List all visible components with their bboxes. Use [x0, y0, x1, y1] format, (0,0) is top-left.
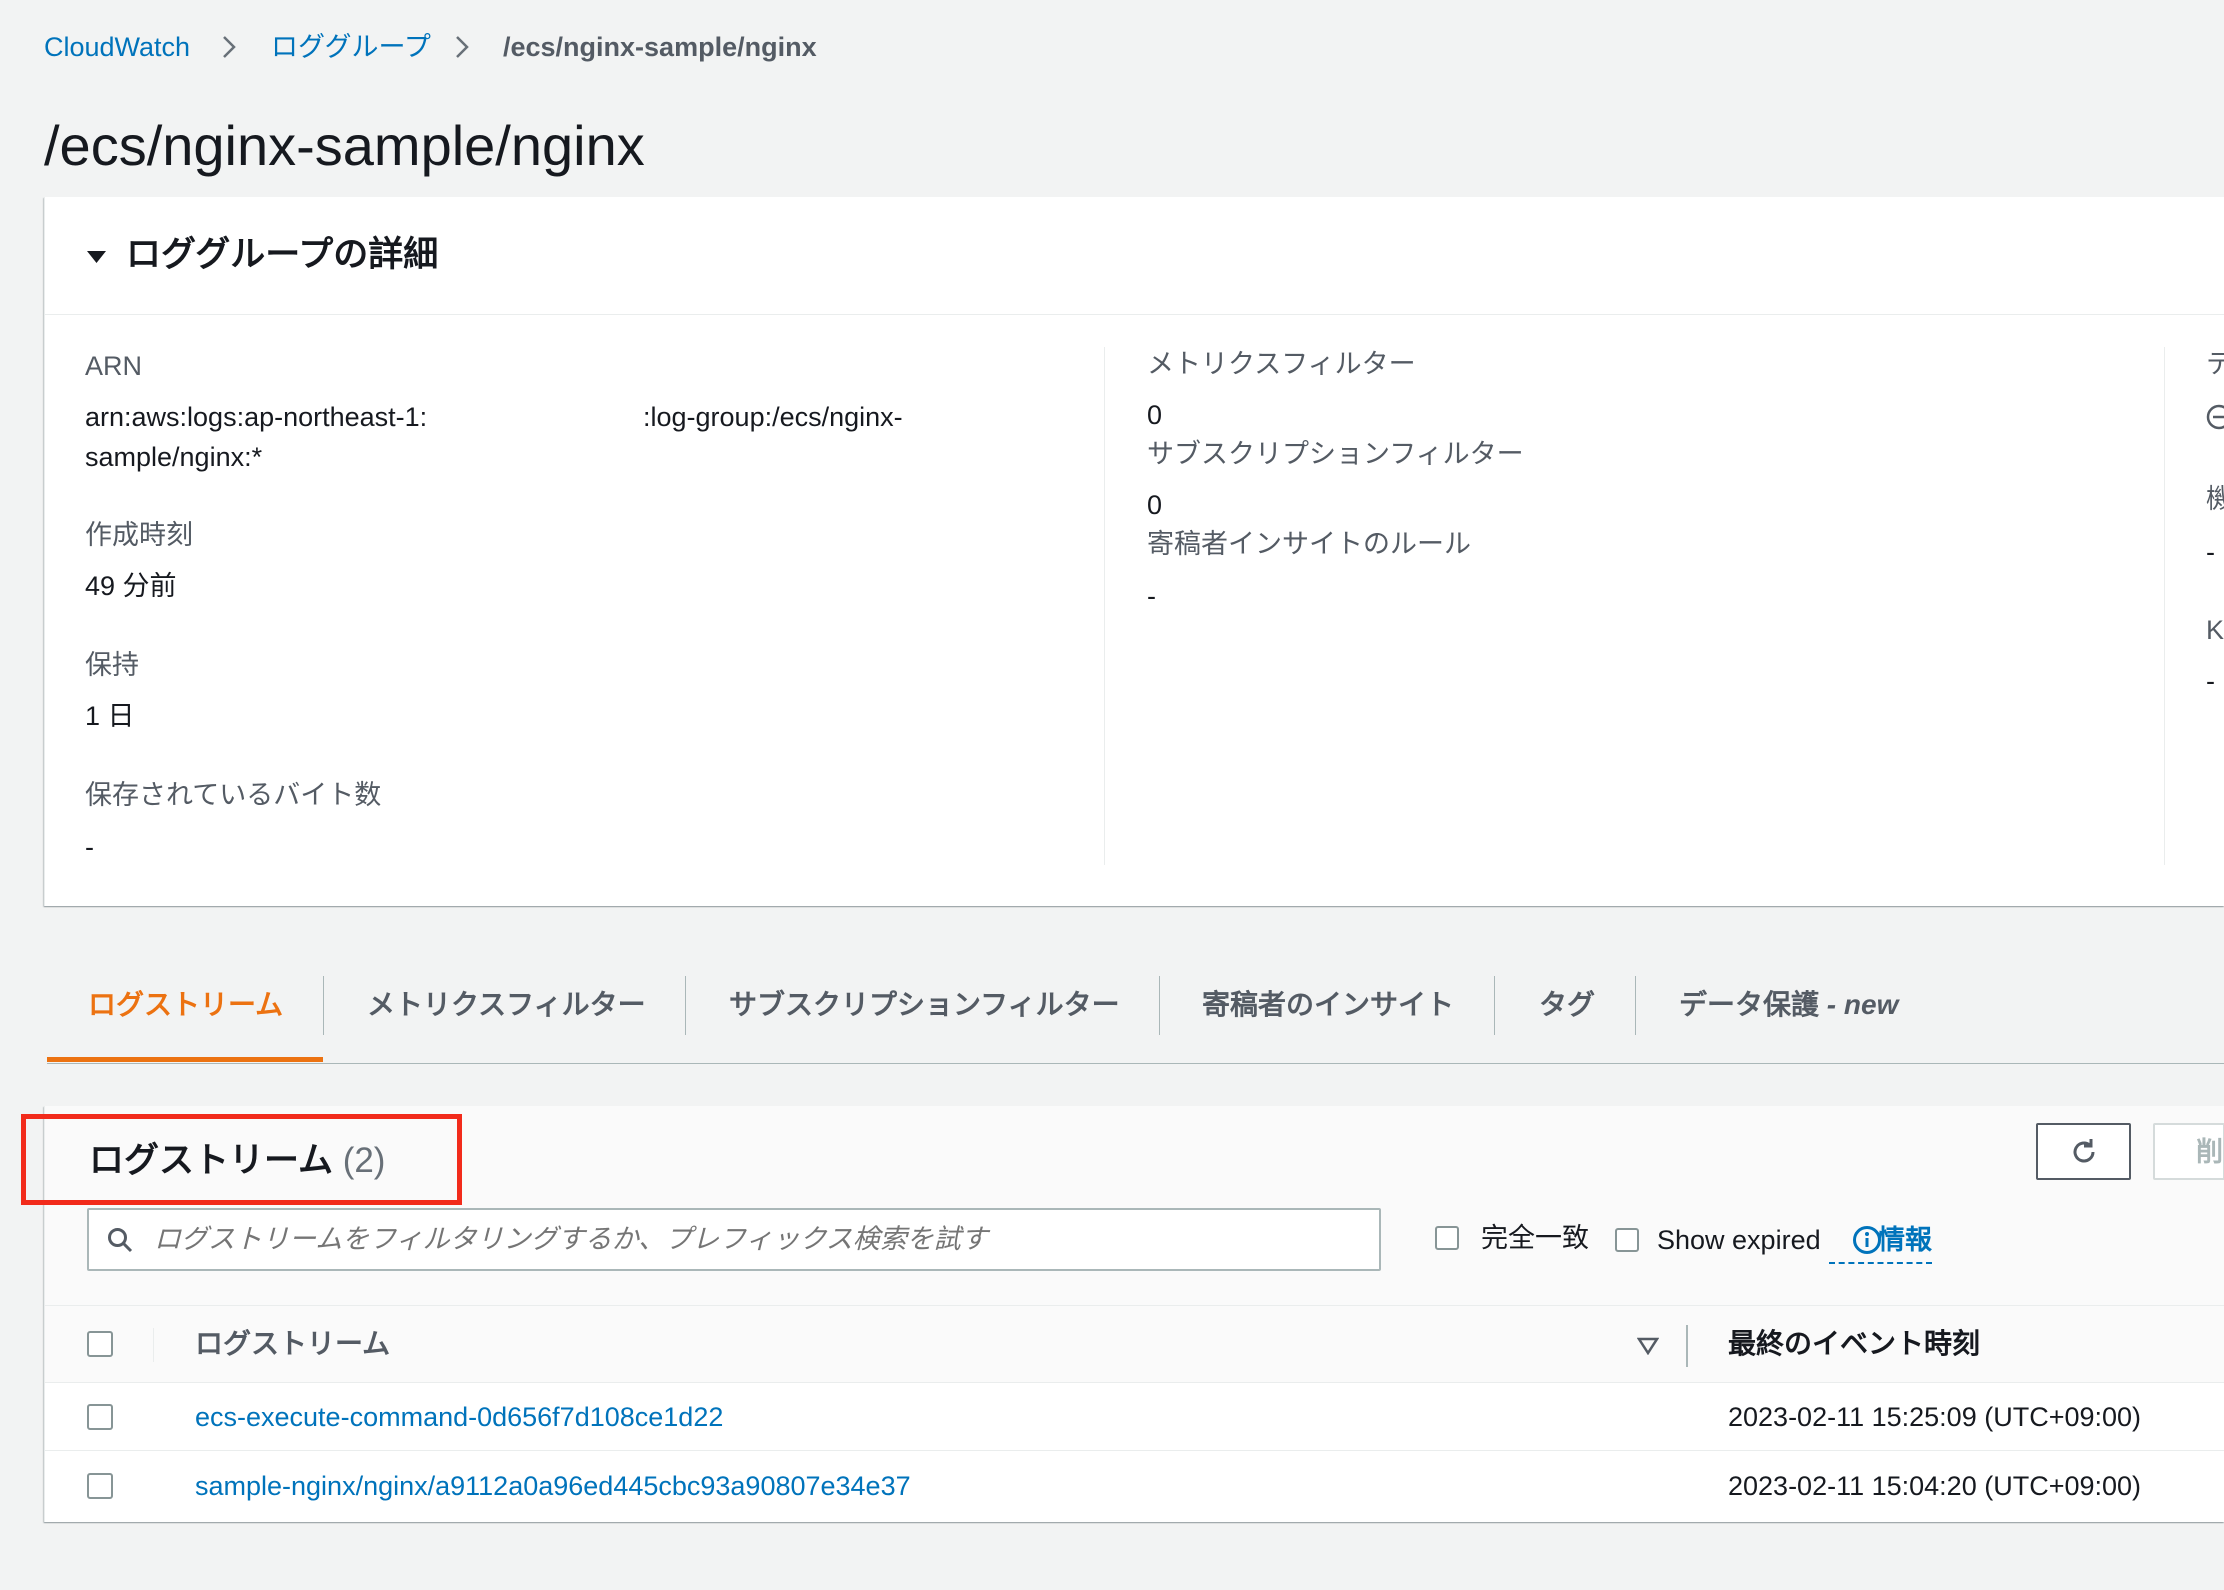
tab-label: データ保護 [1679, 989, 1820, 1020]
cloudwatch-log-group-page: CloudWatch ロググループ /ecs/nginx-sample/ngin… [0, 0, 2224, 1590]
clipped-label-1: テ [2206, 347, 2224, 381]
breadcrumb-log-groups[interactable]: ロググループ [271, 30, 431, 64]
details-header[interactable]: ロググループの詳細 [45, 197, 2224, 315]
chevron-right-icon [455, 35, 469, 59]
metric-filters-value: 0 [1147, 400, 1163, 430]
row-checkbox[interactable] [87, 1473, 113, 1499]
arn-value-end: :log-group:/ecs/nginx- [643, 402, 903, 432]
sort-descending-icon[interactable] [1636, 1337, 1660, 1356]
info-link[interactable]: 情報 [1829, 1223, 1932, 1264]
clipped-value-3: - [2206, 666, 2215, 696]
clipped-label-3: K [2206, 615, 2224, 645]
contributor-insights-value: - [1147, 581, 1156, 611]
arn-value-start: arn:aws:logs:ap-northeast-1: [85, 402, 428, 432]
delete-button-label: 削 [2196, 1137, 2223, 1167]
tab-data-protection[interactable]: データ保護 - new [1679, 987, 1898, 1023]
creation-time-value: 49 分前 [85, 571, 177, 601]
column-divider [153, 1328, 154, 1362]
log-group-details-panel: ロググループの詳細 ARN arn:aws:logs:ap-northeast-… [44, 197, 2224, 906]
tab-subscription-filters[interactable]: サブスクリプションフィルター [729, 987, 1120, 1023]
tab-label: タグ [1539, 989, 1596, 1020]
creation-time-label: 作成時刻 [85, 520, 193, 550]
delete-button[interactable]: 削 [2153, 1123, 2224, 1180]
show-expired-checkbox[interactable] [1615, 1228, 1639, 1252]
exact-match-label: 完全一致 [1481, 1223, 1589, 1253]
table-row: sample-nginx/nginx/a9112a0a96ed445cbc93a… [45, 1451, 2224, 1522]
active-tab-indicator [47, 1057, 323, 1062]
table-header: ログストリーム 最終のイベント時刻 [45, 1305, 2224, 1383]
retention-label: 保持 [85, 650, 139, 680]
info-label: 情報 [1878, 1225, 1932, 1255]
subscription-filters-value: 0 [1147, 490, 1163, 520]
info-icon [1852, 1225, 1882, 1255]
row-checkbox[interactable] [87, 1404, 113, 1430]
tab-bar-baseline [47, 1063, 2224, 1064]
stored-bytes-value: - [85, 832, 94, 862]
tab-label: 寄稿者のインサイト [1202, 989, 1455, 1020]
select-all-checkbox[interactable] [87, 1331, 113, 1357]
clipped-value-2: - [2206, 537, 2215, 567]
last-event-time: 2023-02-11 15:25:09 (UTC+09:00) [1728, 1402, 2142, 1432]
retention-value: 1 日 [85, 701, 135, 731]
tab-separator [323, 976, 324, 1035]
tab-tags[interactable]: タグ [1539, 987, 1595, 1023]
last-event-time: 2023-02-11 15:04:20 (UTC+09:00) [1728, 1471, 2142, 1501]
log-stream-link[interactable]: sample-nginx/nginx/a9112a0a96ed445cbc93a… [195, 1469, 911, 1503]
subscription-filters-label: サブスクリプションフィルター [1147, 439, 1524, 469]
exact-match-checkbox[interactable] [1435, 1226, 1459, 1250]
log-stream-link[interactable]: ecs-execute-command-0d656f7d108ce1d22 [195, 1400, 723, 1434]
tab-separator [1635, 976, 1636, 1035]
show-expired-label: Show expired [1657, 1225, 1821, 1255]
column-header-last-event-time[interactable]: 最終のイベント時刻 [1728, 1326, 1980, 1362]
breadcrumb-cloudwatch[interactable]: CloudWatch [44, 30, 190, 64]
contributor-insights-label: 寄稿者インサイトのルール [1147, 529, 1471, 559]
column-header-log-stream[interactable]: ログストリーム [195, 1326, 390, 1362]
refresh-icon [2069, 1137, 2099, 1167]
tab-label: サブスクリプションフィルター [729, 989, 1120, 1020]
tab-log-streams[interactable]: ログストリーム [88, 987, 283, 1023]
breadcrumb-current: /ecs/nginx-sample/nginx [503, 32, 817, 62]
highlight-box [21, 1114, 462, 1205]
table-row: ecs-execute-command-0d656f7d108ce1d22 20… [45, 1383, 2224, 1451]
new-badge: - new [1826, 989, 1899, 1020]
arn-value-wrap: sample/nginx:* [85, 442, 263, 472]
column-divider [2164, 347, 2165, 865]
circle-minus-icon [2206, 404, 2224, 430]
tab-label: メトリクスフィルター [367, 989, 646, 1020]
column-divider [1104, 347, 1105, 865]
tab-label: ログストリーム [88, 989, 284, 1020]
tab-separator [685, 976, 686, 1035]
tab-separator [1159, 976, 1160, 1035]
tab-separator [1494, 976, 1495, 1035]
caret-down-icon[interactable] [86, 250, 107, 264]
page-title: /ecs/nginx-sample/nginx [44, 114, 645, 177]
stored-bytes-label: 保存されているバイト数 [85, 780, 382, 810]
arn-label: ARN [85, 351, 143, 381]
search-input[interactable] [89, 1210, 1379, 1269]
search-field[interactable] [87, 1208, 1381, 1271]
details-heading: ロググループの詳細 [126, 235, 439, 274]
refresh-button[interactable] [2036, 1123, 2131, 1180]
tab-metric-filters[interactable]: メトリクスフィルター [367, 987, 646, 1023]
column-resizer[interactable] [1686, 1325, 1688, 1367]
clipped-label-2: 機 [2206, 482, 2224, 516]
chevron-right-icon [222, 35, 236, 59]
tab-contributor-insights[interactable]: 寄稿者のインサイト [1202, 987, 1454, 1023]
metric-filters-label: メトリクスフィルター [1147, 349, 1416, 379]
